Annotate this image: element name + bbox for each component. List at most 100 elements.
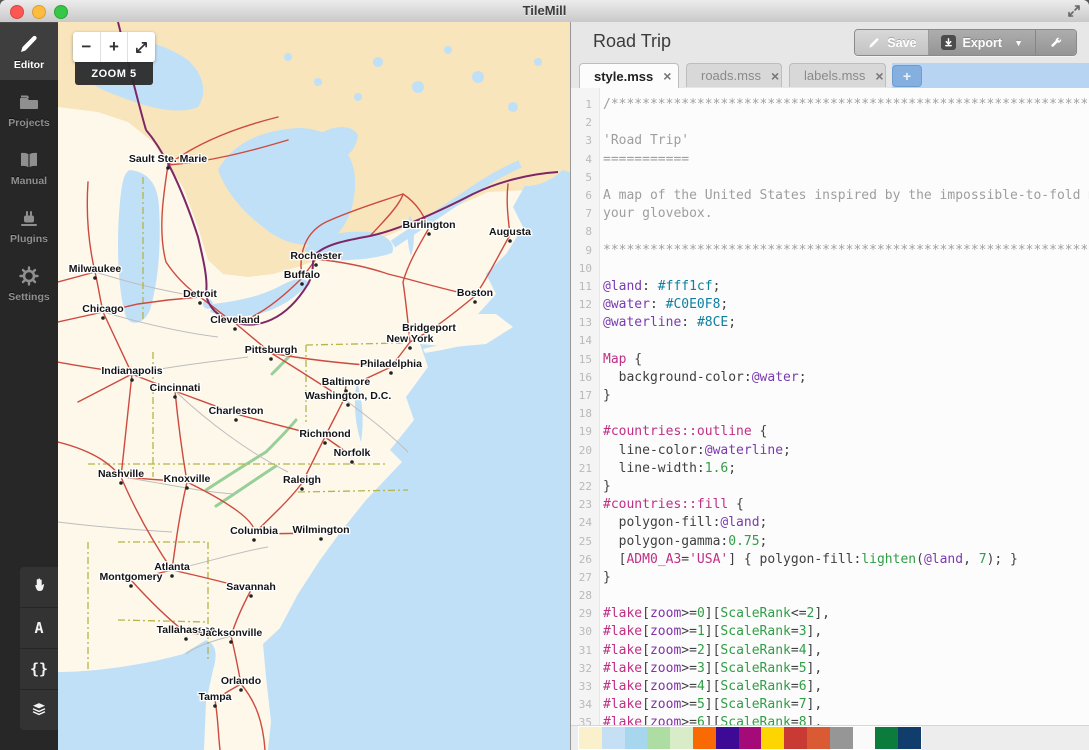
map-preview[interactable]: Sault Ste. MarieMilwaukeeChicagoDetroitC… bbox=[58, 22, 570, 750]
close-tab-icon[interactable]: × bbox=[875, 68, 883, 84]
code-line: 15Map { bbox=[571, 351, 1089, 369]
fullscreen-icon[interactable] bbox=[1067, 4, 1081, 18]
fonts-tool-button[interactable]: A bbox=[20, 608, 58, 649]
code-line: 26 [ADM0_A3='USA'] { polygon-fill:lighte… bbox=[571, 551, 1089, 569]
color-swatch[interactable] bbox=[602, 727, 625, 749]
tab-style.mss[interactable]: style.mss× bbox=[579, 63, 679, 88]
editor-toolbar: Save Export ▼ bbox=[854, 29, 1077, 56]
code-editor[interactable]: 1/**************************************… bbox=[571, 88, 1089, 726]
layers-tool-button[interactable] bbox=[20, 690, 58, 730]
color-swatch[interactable] bbox=[670, 727, 693, 749]
color-swatch[interactable] bbox=[716, 727, 739, 749]
carto-tool-button[interactable]: {} bbox=[20, 649, 58, 690]
color-swatch[interactable] bbox=[784, 727, 807, 749]
project-settings-button[interactable] bbox=[1036, 30, 1076, 55]
line-number: 20 bbox=[571, 442, 592, 460]
close-tab-icon[interactable]: × bbox=[771, 68, 779, 84]
city-label: Pittsburgh bbox=[245, 344, 298, 356]
sidebar-nav: EditorProjectsManual Plugins Settings bbox=[0, 22, 58, 312]
save-button[interactable]: Save bbox=[855, 30, 929, 55]
code-line: 5 bbox=[571, 169, 1089, 187]
line-number: 11 bbox=[571, 278, 592, 296]
close-tab-icon[interactable]: × bbox=[663, 68, 671, 84]
fonts-icon: A bbox=[34, 619, 43, 637]
pan-tool-button[interactable] bbox=[20, 567, 58, 608]
map-fullscreen-button[interactable] bbox=[128, 32, 155, 62]
city-dot bbox=[269, 357, 273, 361]
city-label: Sault Ste. Marie bbox=[129, 153, 207, 165]
color-swatch[interactable] bbox=[693, 727, 716, 749]
layers-icon bbox=[30, 699, 48, 722]
city-dot bbox=[198, 301, 202, 305]
code-line: 31#lake[zoom>=2][ScaleRank=4], bbox=[571, 642, 1089, 660]
export-button[interactable]: Export ▼ bbox=[929, 30, 1036, 55]
city-dot bbox=[213, 704, 217, 708]
line-number: 12 bbox=[571, 296, 592, 314]
tab-roads.mss[interactable]: roads.mss× bbox=[686, 63, 782, 87]
city-dot bbox=[473, 300, 477, 304]
zoom-in-button[interactable]: + bbox=[101, 32, 129, 62]
city-label: Orlando bbox=[221, 675, 261, 687]
code-line: 34#lake[zoom>=5][ScaleRank=7], bbox=[571, 696, 1089, 714]
city-dot bbox=[239, 688, 243, 692]
file-tabbar: + style.mss× roads.mss× labels.mss× bbox=[571, 63, 1089, 88]
code-line: 12@water: #C0E0F8; bbox=[571, 296, 1089, 314]
color-swatch[interactable] bbox=[739, 727, 762, 749]
city-label: Columbia bbox=[230, 525, 278, 537]
line-number: 26 bbox=[571, 551, 592, 569]
book-icon bbox=[17, 148, 41, 172]
color-swatch[interactable] bbox=[807, 727, 830, 749]
city-dot bbox=[173, 395, 177, 399]
add-stylesheet-button[interactable]: + bbox=[892, 65, 922, 87]
line-number: 27 bbox=[571, 569, 592, 587]
city-dot bbox=[314, 263, 318, 267]
color-swatch[interactable] bbox=[579, 727, 602, 749]
city-dot bbox=[119, 481, 123, 485]
palette-bar bbox=[571, 725, 1089, 750]
gear-icon bbox=[17, 264, 41, 288]
map-zoom-controls: − + bbox=[73, 32, 155, 62]
code-line: 27} bbox=[571, 569, 1089, 587]
line-number: 30 bbox=[571, 623, 592, 641]
color-swatch[interactable] bbox=[898, 727, 921, 749]
city-dot bbox=[300, 487, 304, 491]
code-line: 33#lake[zoom>=4][ScaleRank=6], bbox=[571, 678, 1089, 696]
city-label: Nashville bbox=[98, 468, 144, 480]
city-dot bbox=[249, 594, 253, 598]
code-line: 6A map of the United States inspired by … bbox=[571, 187, 1089, 205]
city-label: Boston bbox=[457, 287, 493, 299]
sidebar-item-settings[interactable]: Settings bbox=[0, 254, 58, 312]
line-number: 3 bbox=[571, 132, 592, 150]
line-number: 28 bbox=[571, 587, 592, 605]
line-number: 19 bbox=[571, 423, 592, 441]
city-label: Richmond bbox=[299, 428, 350, 440]
code-line: 10 bbox=[571, 260, 1089, 278]
sidebar-item-label: Plugins bbox=[0, 233, 58, 245]
city-dot bbox=[350, 460, 354, 464]
sidebar-item-projects[interactable]: Projects bbox=[0, 80, 58, 138]
code-line: 22} bbox=[571, 478, 1089, 496]
pencil-icon bbox=[17, 32, 41, 56]
sidebar-item-editor[interactable]: Editor bbox=[0, 22, 58, 80]
line-number: 8 bbox=[571, 223, 592, 241]
city-label: New York bbox=[387, 333, 434, 345]
line-number: 14 bbox=[571, 332, 592, 350]
color-swatch[interactable] bbox=[761, 727, 784, 749]
tab-labels.mss[interactable]: labels.mss× bbox=[789, 63, 886, 87]
code-line: 25 polygon-gamma:0.75; bbox=[571, 533, 1089, 551]
color-swatch[interactable] bbox=[830, 727, 853, 749]
window-titlebar[interactable]: TileMill bbox=[0, 0, 1089, 23]
color-swatch[interactable] bbox=[647, 727, 670, 749]
sidebar-item-manual[interactable]: Manual bbox=[0, 138, 58, 196]
color-swatch[interactable] bbox=[875, 727, 898, 749]
code-line: 14 bbox=[571, 332, 1089, 350]
color-swatch[interactable] bbox=[853, 727, 876, 749]
map-canvas: Sault Ste. MarieMilwaukeeChicagoDetroitC… bbox=[58, 22, 570, 750]
color-swatch[interactable] bbox=[625, 727, 648, 749]
code-line: 32#lake[zoom>=3][ScaleRank=5], bbox=[571, 660, 1089, 678]
line-number: 31 bbox=[571, 642, 592, 660]
code-line: 21 line-width:1.6; bbox=[571, 460, 1089, 478]
line-number: 21 bbox=[571, 460, 592, 478]
sidebar-item-plugins[interactable]: Plugins bbox=[0, 196, 58, 254]
zoom-out-button[interactable]: − bbox=[73, 32, 101, 62]
